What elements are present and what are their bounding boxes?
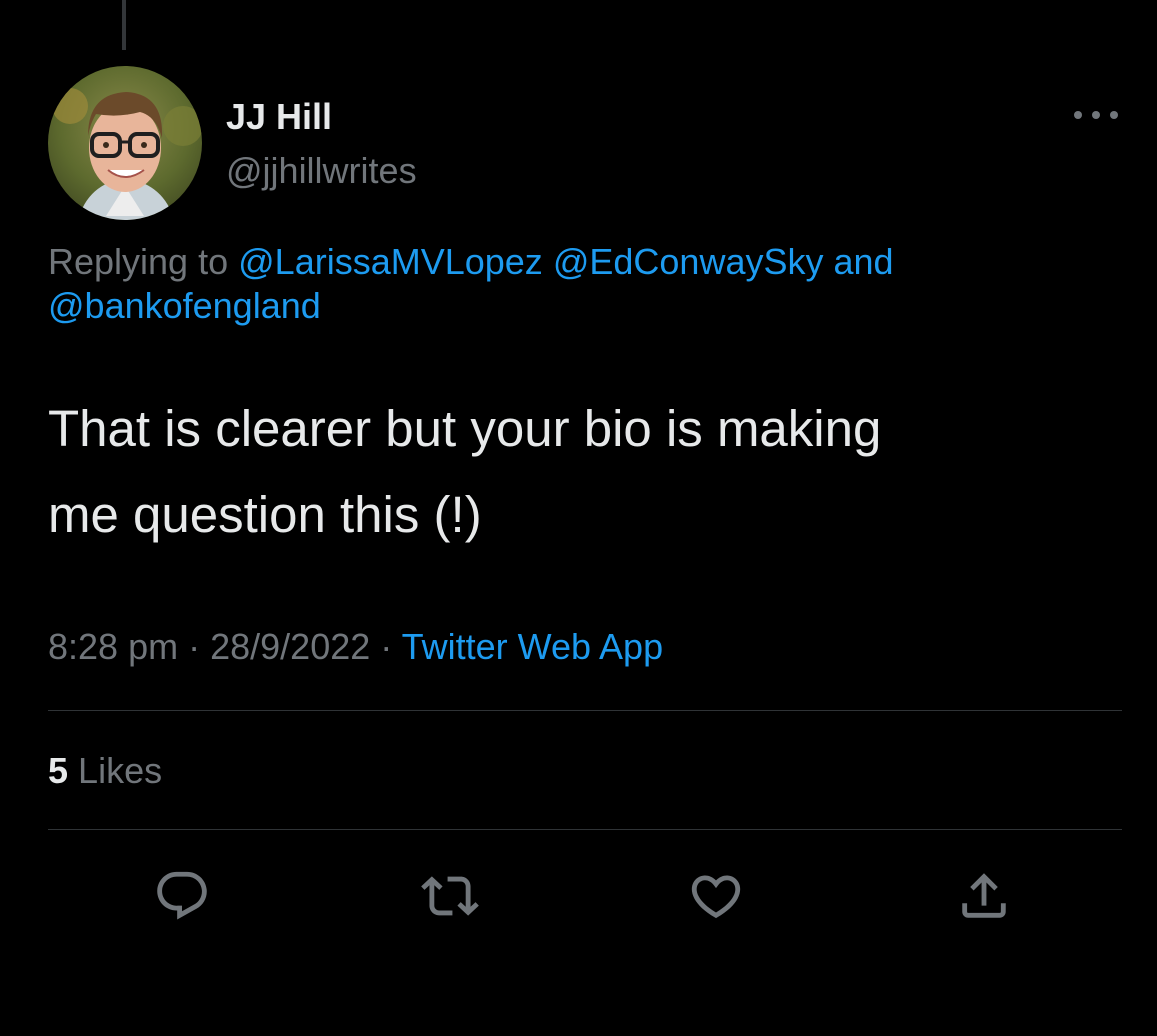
likes-count: 5 [48,750,69,791]
likes-label: Likes [78,750,163,791]
meta-separator: · [188,626,201,667]
likes-stat[interactable]: 5 Likes [48,748,162,794]
tweet-time[interactable]: 8:28 pm [48,626,178,667]
tweet-source[interactable]: Twitter Web App [402,626,663,667]
meta-separator-2: · [380,626,393,667]
like-button[interactable] [686,866,746,926]
divider-top [48,710,1122,711]
mention-conjunction[interactable]: and [834,241,894,282]
more-horizontal-icon-dot [1092,111,1100,119]
tweet-text-line-1: That is clearer but your bio is making [48,400,882,457]
more-horizontal-icon [1074,111,1082,119]
profile-photo [48,66,202,220]
mention-bankofengland[interactable]: @bankofengland [48,285,321,326]
mention-larissa[interactable]: @LarissaMVLopez [238,241,543,282]
author-handle[interactable]: @jjhillwrites [226,150,417,192]
replying-to-line: Replying to @LarissaMVLopez @EdConwaySky… [48,240,1128,328]
replying-prefix: Replying to [48,241,229,282]
share-button[interactable] [954,866,1014,926]
retweet-button[interactable] [420,866,480,926]
tweet-text: That is clearer but your bio is making m… [48,386,1128,558]
divider-bottom [48,829,1122,830]
retweet-icon [421,876,479,916]
author-name[interactable]: JJ Hill [226,96,332,138]
more-options-button[interactable] [1074,100,1118,130]
share-icon [962,873,1006,918]
avatar[interactable] [48,66,202,220]
tweet-text-line-2: me question this (!) [48,486,482,543]
thread-connector-line [122,0,126,50]
tweet-date[interactable]: 28/9/2022 [210,626,370,667]
reply-button[interactable] [152,866,212,926]
like-icon [691,875,741,919]
mention-edconway[interactable]: @EdConwaySky [553,241,824,282]
reply-icon [157,871,207,920]
more-horizontal-icon-dot [1110,111,1118,119]
tweet-meta: 8:28 pm · 28/9/2022 · Twitter Web App [48,624,663,670]
